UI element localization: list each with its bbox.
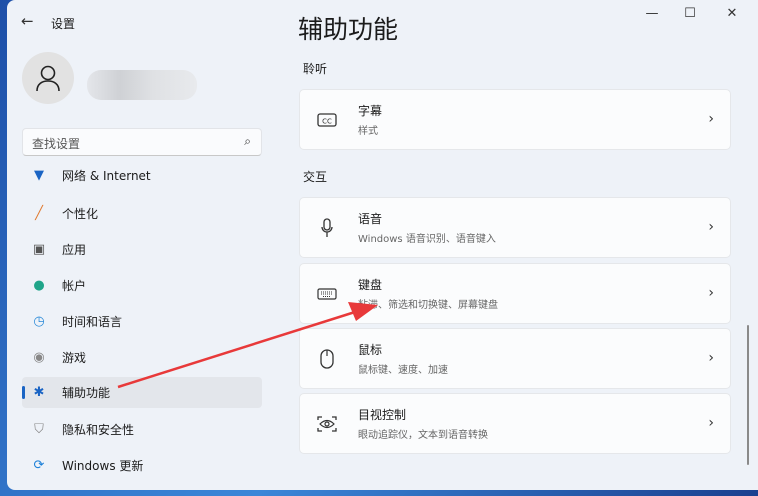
card-title: 键盘 <box>358 278 383 292</box>
sidebar-item-label: 帐户 <box>62 279 87 293</box>
eye-control-icon <box>316 415 338 433</box>
sidebar-item-label: 游戏 <box>62 351 87 365</box>
sidebar-item-label: 应用 <box>62 243 87 257</box>
chevron-right-icon: › <box>708 219 714 235</box>
sidebar-item-label: Windows 更新 <box>62 459 144 473</box>
sidebar-item-accounts[interactable]: ● 帐户 <box>22 270 262 301</box>
clock-globe-icon: ◷ <box>33 314 45 329</box>
shield-icon: ⛉ <box>34 422 44 437</box>
sidebar-item-privacy[interactable]: ⛉ 隐私和安全性 <box>22 414 262 445</box>
sidebar-item-label: 个性化 <box>62 207 99 221</box>
close-button[interactable]: ✕ <box>717 6 747 21</box>
microphone-icon <box>316 217 338 238</box>
wifi-icon: ▼ <box>34 167 44 183</box>
chevron-right-icon: › <box>708 111 714 127</box>
card-subtitle: 粘滞、筛选和切换键、屏幕键盘 <box>358 300 498 311</box>
card-title: 语音 <box>358 212 383 226</box>
card-subtitle: 鼠标键、速度、加速 <box>358 365 448 376</box>
selection-indicator <box>22 386 25 399</box>
chevron-right-icon: › <box>708 415 714 431</box>
window-title: 设置 <box>51 17 76 31</box>
keyboard-icon <box>316 287 338 300</box>
sidebar-item-gaming[interactable]: ◉ 游戏 <box>22 342 262 373</box>
blurred-username <box>87 70 197 100</box>
chevron-right-icon: › <box>708 285 714 301</box>
page-title: 辅助功能 <box>298 15 399 44</box>
search-input[interactable]: 查找设置 ⌕ <box>22 128 262 156</box>
mouse-icon <box>316 348 338 369</box>
maximize-button[interactable]: ☐ <box>675 6 705 21</box>
account-icon: ● <box>33 278 45 293</box>
card-speech[interactable]: 语音 Windows 语音识别、语音键入 › <box>299 197 731 258</box>
card-subtitle: 样式 <box>358 126 378 137</box>
sidebar-item-accessibility[interactable]: ✱ 辅助功能 <box>22 377 262 408</box>
settings-window: ← 设置 — ☐ ✕ 查找设置 ⌕ ▼ 网络 & Internet ╱ 个性化 ▣ 应用… <box>7 0 758 490</box>
apps-icon: ▣ <box>32 242 46 257</box>
sidebar-item-label: 时间和语言 <box>62 315 123 329</box>
search-icon: ⌕ <box>244 134 251 148</box>
card-title: 字幕 <box>358 104 383 118</box>
chevron-right-icon: › <box>708 350 714 366</box>
card-subtitle: 眼动追踪仪，文本到语音转换 <box>358 430 488 441</box>
scrollbar[interactable] <box>747 325 749 465</box>
sidebar-item-windows-update[interactable]: ⟳ Windows 更新 <box>22 450 262 481</box>
sidebar-item-network[interactable]: ▼ 网络 & Internet <box>22 163 262 187</box>
card-title: 鼠标 <box>358 343 383 357</box>
card-subtitle: Windows 语音识别、语音键入 <box>358 234 496 245</box>
card-keyboard[interactable]: 键盘粘滞、筛选和切换键、屏幕键盘 › <box>299 263 731 324</box>
sidebar-item-label: 隐私和安全性 <box>62 423 135 437</box>
minimize-button[interactable]: — <box>637 6 667 21</box>
back-button[interactable]: ← <box>21 12 34 30</box>
section-label-interaction: 交互 <box>303 170 328 184</box>
card-mouse[interactable]: 鼠标鼠标键、速度、加速 › <box>299 328 731 389</box>
card-title: 目视控制 <box>358 408 407 422</box>
sidebar-item-apps[interactable]: ▣ 应用 <box>22 234 262 265</box>
brush-icon: ╱ <box>35 206 43 221</box>
update-icon: ⟳ <box>33 458 45 473</box>
section-label-hearing: 聆听 <box>303 62 328 76</box>
accessibility-icon: ✱ <box>33 385 45 400</box>
sidebar-item-personalization[interactable]: ╱ 个性化 <box>22 198 262 229</box>
sidebar-item-label: 网络 & Internet <box>62 168 151 183</box>
sidebar-item-label: 辅助功能 <box>62 386 111 400</box>
captions-icon: CC <box>316 112 338 127</box>
card-captions[interactable]: CC 字幕样式 › <box>299 89 731 150</box>
card-eye-control[interactable]: 目视控制眼动追踪仪，文本到语音转换 › <box>299 393 731 454</box>
sidebar-item-time-language[interactable]: ◷ 时间和语言 <box>22 306 262 337</box>
gamepad-icon: ◉ <box>33 350 45 365</box>
avatar[interactable] <box>22 52 74 104</box>
search-placeholder: 查找设置 <box>32 137 81 151</box>
user-icon <box>36 65 60 92</box>
svg-text:CC: CC <box>322 117 332 125</box>
